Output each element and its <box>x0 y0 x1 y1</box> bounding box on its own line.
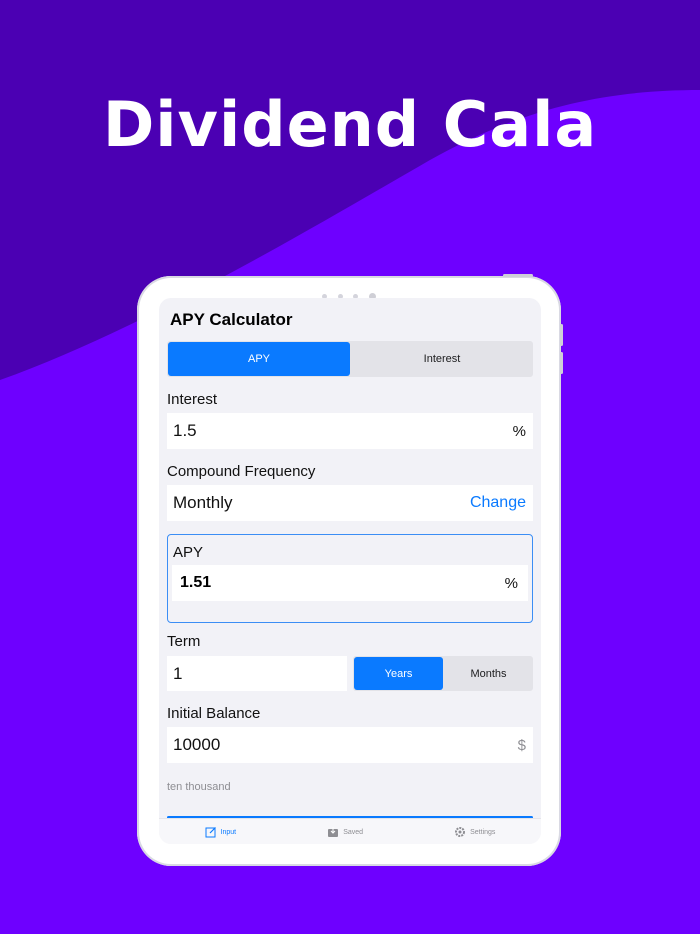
term-input[interactable]: 1 <box>167 656 347 691</box>
tab-interest[interactable]: Interest <box>351 341 533 377</box>
page-title: APY Calculator <box>170 310 293 329</box>
mode-segmented-control: APY Interest <box>167 341 533 377</box>
apy-result-box: APY 1.51 % <box>167 534 533 623</box>
interest-value: 1.5 <box>173 421 197 440</box>
compound-frequency-value: Monthly <box>173 493 233 512</box>
change-button[interactable]: Change <box>470 494 526 512</box>
term-label: Term <box>167 633 201 650</box>
apy-value: 1.51 <box>180 574 212 591</box>
tablet-volume-up <box>560 324 563 346</box>
tab-bar-saved[interactable]: Saved <box>327 826 363 838</box>
compound-frequency-field: Monthly Change <box>167 485 533 521</box>
headline: Dividend Cala <box>102 88 598 161</box>
initial-balance-label: Initial Balance <box>167 705 261 722</box>
balance-in-words: ten thousand <box>167 781 231 793</box>
tab-bar-settings[interactable]: Settings <box>454 826 495 838</box>
initial-balance-value: 10000 <box>173 735 221 754</box>
apy-label: APY <box>173 544 204 561</box>
initial-balance-field[interactable]: 10000 $ <box>167 727 533 763</box>
gear-icon <box>455 827 466 837</box>
term-unit-segmented-control: Years Months <box>353 656 533 691</box>
apy-percent-unit: % <box>504 574 518 592</box>
tray-icon <box>328 827 339 837</box>
dollar-unit: $ <box>517 736 526 754</box>
tab-apy[interactable]: APY <box>168 342 350 376</box>
interest-label: Interest <box>167 391 218 408</box>
tab-bar: Input Saved Settings <box>159 818 541 844</box>
tab-bar-settings-label: Settings <box>470 828 496 836</box>
tablet-top-button <box>503 274 533 277</box>
apy-field: 1.51 % <box>172 565 528 601</box>
tab-bar-saved-label: Saved <box>343 828 364 836</box>
edit-icon <box>205 827 216 838</box>
percent-unit: % <box>512 422 526 440</box>
term-option-months[interactable]: Months <box>444 656 533 691</box>
interest-field[interactable]: 1.5 % <box>167 413 533 449</box>
term-option-years[interactable]: Years <box>354 657 443 690</box>
tablet-volume-down <box>560 352 563 374</box>
compound-frequency-label: Compound Frequency <box>167 463 316 480</box>
tab-bar-input[interactable]: Input <box>205 826 237 838</box>
tab-bar-input-label: Input <box>220 828 237 836</box>
app-screen: APY Calculator APY Interest Interest 1.5… <box>159 298 541 844</box>
tablet-frame: APY Calculator APY Interest Interest 1.5… <box>137 274 563 866</box>
